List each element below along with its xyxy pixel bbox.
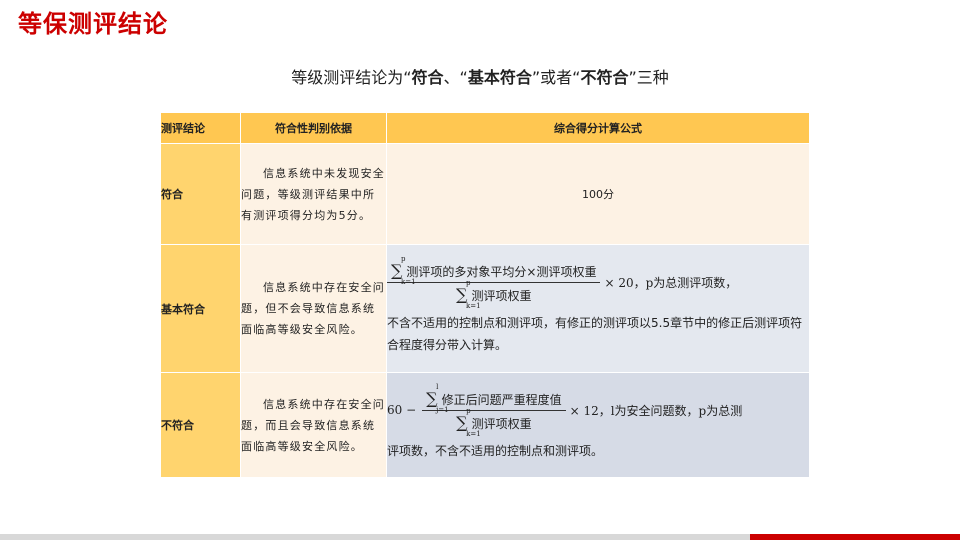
table-header-row: 测评结论 符合性判别依据 综合得分计算公式 (160, 112, 810, 144)
sum-upper-limit: p (401, 255, 406, 263)
sum-upper-limit: p (466, 279, 471, 287)
numerator-text: 测评项的多对象平均分×测评项权重 (406, 265, 597, 279)
sum-symbol: ∑ p k=1 (456, 279, 481, 310)
sum-symbol: ∑ p k=1 (391, 255, 416, 286)
basis-cell: 信息系统中存在安全问题，但不会导致信息系统面临高等级安全风险。 (240, 244, 387, 373)
formula-numerator: ∑ p k=1 测评项的多对象平均分×测评项权重 (387, 255, 601, 286)
basis-cell: 信息系统中存在安全问题，而且会导致信息系统面临高等级安全风险。 (240, 372, 387, 478)
formula-tail: × 20，p为总测评项数， (604, 276, 738, 290)
formula-denominator: ∑ p k=1 测评项权重 (452, 279, 535, 310)
sum-lower-limit: k=1 (401, 278, 416, 286)
formula-tail: × 12，l为安全问题数，p为总测 (569, 403, 743, 418)
table-row: 不符合 信息系统中存在安全问题，而且会导致信息系统面临高等级安全风险。 60 −… (160, 372, 810, 478)
table-row: 基本符合 信息系统中存在安全问题，但不会导致信息系统面临高等级安全风险。 ∑ p k… (160, 244, 810, 373)
formula-cell: 100分 (386, 143, 810, 245)
formula-note: 不含不适用的控制点和测评项，有修正的测评项以5.5章节中的修正后测评项符合程度得… (387, 316, 803, 352)
formula-lead: 60 − (387, 403, 417, 417)
header-conclusion: 测评结论 (160, 112, 241, 144)
page-title: 等保测评结论 (18, 10, 168, 38)
subtitle-result-fail: 不符合 (580, 68, 629, 87)
sum-lower-limit: k=1 (466, 302, 481, 310)
basis-cell: 信息系统中未发现安全问题，等级测评结果中所有测评项得分均为5分。 (240, 143, 387, 245)
subtitle-result-pass: 符合 (411, 68, 444, 87)
sum-lower-limit: j=1 (436, 405, 449, 414)
sum-lower-limit: k=1 (466, 429, 481, 438)
formula-fraction: ∑ l j=1 修正后问题严重程度值 ∑ p k=1 测评项权重 (422, 382, 566, 438)
formula-fraction: ∑ p k=1 测评项的多对象平均分×测评项权重 ∑ p k=1 测评项权重 (387, 255, 601, 310)
denominator-text: 测评项权重 (471, 416, 532, 431)
conclusion-cell: 基本符合 (160, 244, 241, 373)
subtitle-text: 、“ (443, 68, 468, 87)
subtitle-result-basic-pass: 基本符合 (467, 68, 532, 87)
sum-upper-limit: l (436, 382, 439, 391)
header-basis: 符合性判别依据 (240, 112, 387, 144)
conclusion-table: 测评结论 符合性判别依据 综合得分计算公式 符合 信息系统中未发现安全问题，等级… (160, 112, 810, 478)
formula-expression: ∑ p k=1 测评项的多对象平均分×测评项权重 ∑ p k=1 测评项权重 × 20，p为… (387, 255, 809, 310)
subtitle-text: 等级测评结论为“ (291, 68, 412, 87)
formula-numerator: ∑ l j=1 修正后问题严重程度值 (422, 382, 566, 414)
formula-note: 评项数，不含不适用的控制点和测评项。 (387, 443, 604, 458)
sum-symbol: ∑ p k=1 (456, 406, 481, 438)
formula-expression: 60 − ∑ l j=1 修正后问题严重程度值 ∑ p k=1 测评项权重 × 12，l为安… (387, 382, 809, 438)
bottom-bar-accent (750, 534, 960, 540)
conclusion-cell: 不符合 (160, 372, 241, 478)
conclusion-cell: 符合 (160, 143, 241, 245)
numerator-text: 修正后问题严重程度值 (441, 392, 562, 407)
subtitle-text: ”或者“ (531, 68, 581, 87)
subtitle: 等级测评结论为“符合、“基本符合”或者“不符合”三种 (0, 64, 960, 88)
formula-denominator: ∑ p k=1 测评项权重 (452, 406, 535, 438)
table-row: 符合 信息系统中未发现安全问题，等级测评结果中所有测评项得分均为5分。 100分 (160, 143, 810, 245)
formula-cell: 60 − ∑ l j=1 修正后问题严重程度值 ∑ p k=1 测评项权重 × 12，l为安… (386, 372, 810, 478)
formula-cell: ∑ p k=1 测评项的多对象平均分×测评项权重 ∑ p k=1 测评项权重 × 20，p为… (386, 244, 810, 373)
sum-symbol: ∑ l j=1 (426, 382, 449, 414)
sum-upper-limit: p (466, 406, 471, 415)
denominator-text: 测评项权重 (471, 289, 532, 303)
subtitle-text: ”三种 (628, 68, 669, 87)
header-formula: 综合得分计算公式 (386, 112, 810, 144)
